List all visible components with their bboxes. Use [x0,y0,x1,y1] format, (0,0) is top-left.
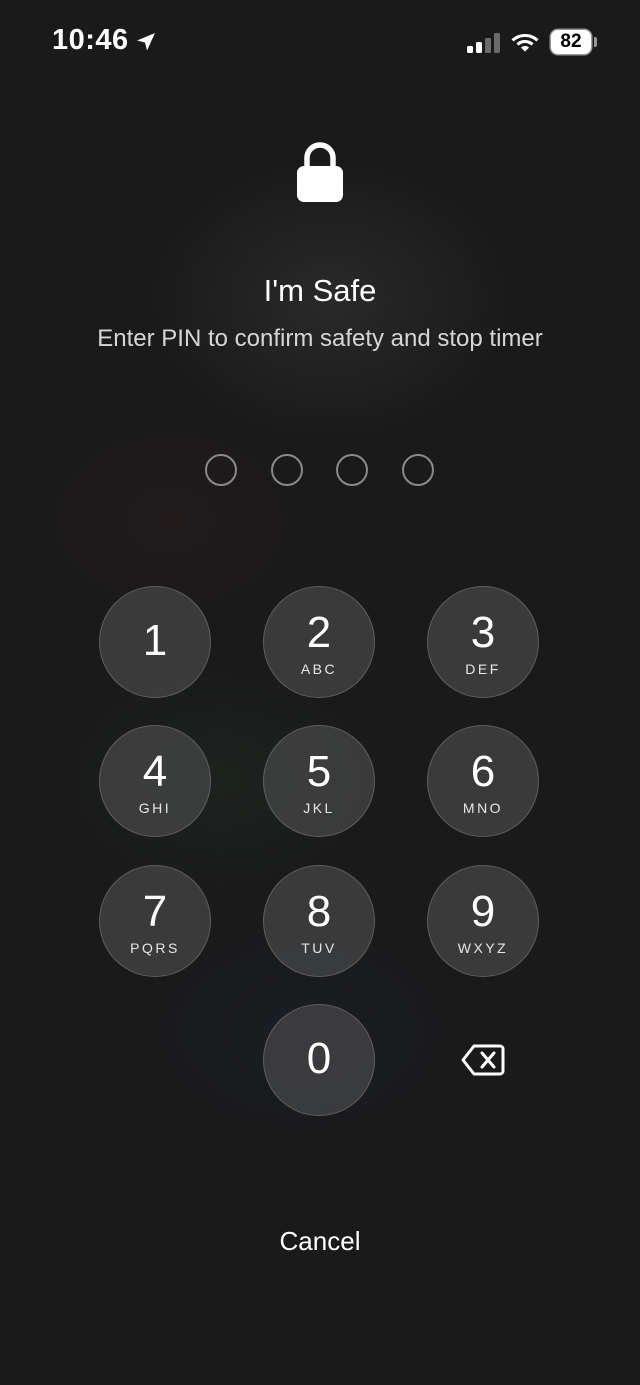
pin-indicator [0,454,640,488]
key-letters: WXYZ [457,940,509,956]
key-digit: 4 [142,747,168,796]
status-time: 10:46 [52,24,129,56]
pin-entry-screen: 10:46 82 I'm Safe Enter PIN to confirm s… [0,0,640,1385]
key-0[interactable]: 0 [263,1004,375,1116]
key-letters: DEF [465,661,501,677]
key-digit: 1 [142,616,168,665]
status-bar: 10:46 82 [0,0,640,84]
key-digit: 0 [306,1034,332,1083]
key-2[interactable]: 2 ABC [263,586,375,698]
cellular-signal-icon [467,33,500,53]
key-digit: 8 [306,887,332,936]
location-arrow-icon [137,33,155,51]
battery-icon: 82 [551,30,591,54]
key-digit: 3 [470,608,496,657]
key-7[interactable]: 7 PQRS [99,865,211,977]
key-letters: JKL [303,800,335,816]
key-1[interactable]: 1 [99,586,211,698]
page-subtitle: Enter PIN to confirm safety and stop tim… [97,325,543,352]
key-letters: PQRS [130,940,180,956]
pin-dot [205,454,237,486]
key-digit: 9 [470,887,496,936]
pin-dot [271,454,303,486]
key-3[interactable]: 3 DEF [427,586,539,698]
key-9[interactable]: 9 WXYZ [427,865,539,977]
battery-level: 82 [560,31,582,52]
key-5[interactable]: 5 JKL [263,725,375,837]
key-digit: 6 [470,747,496,796]
battery-cap [594,37,597,47]
key-digit: 7 [142,887,168,936]
wifi-icon [511,34,539,52]
pin-dot [402,454,434,486]
pin-dot [336,454,368,486]
key-letters: MNO [462,800,504,816]
page-title: I'm Safe [263,273,377,308]
key-letters: ABC [300,661,338,677]
key-4[interactable]: 4 GHI [99,725,211,837]
key-digit: 2 [306,608,332,657]
key-letters: TUV [301,940,337,956]
backspace-icon[interactable] [460,1042,506,1078]
key-digit: 5 [306,747,332,796]
key-6[interactable]: 6 MNO [427,725,539,837]
cancel-button[interactable]: Cancel [220,1226,420,1257]
key-letters: GHI [138,800,172,816]
key-8[interactable]: 8 TUV [263,865,375,977]
lock-icon [297,142,343,202]
